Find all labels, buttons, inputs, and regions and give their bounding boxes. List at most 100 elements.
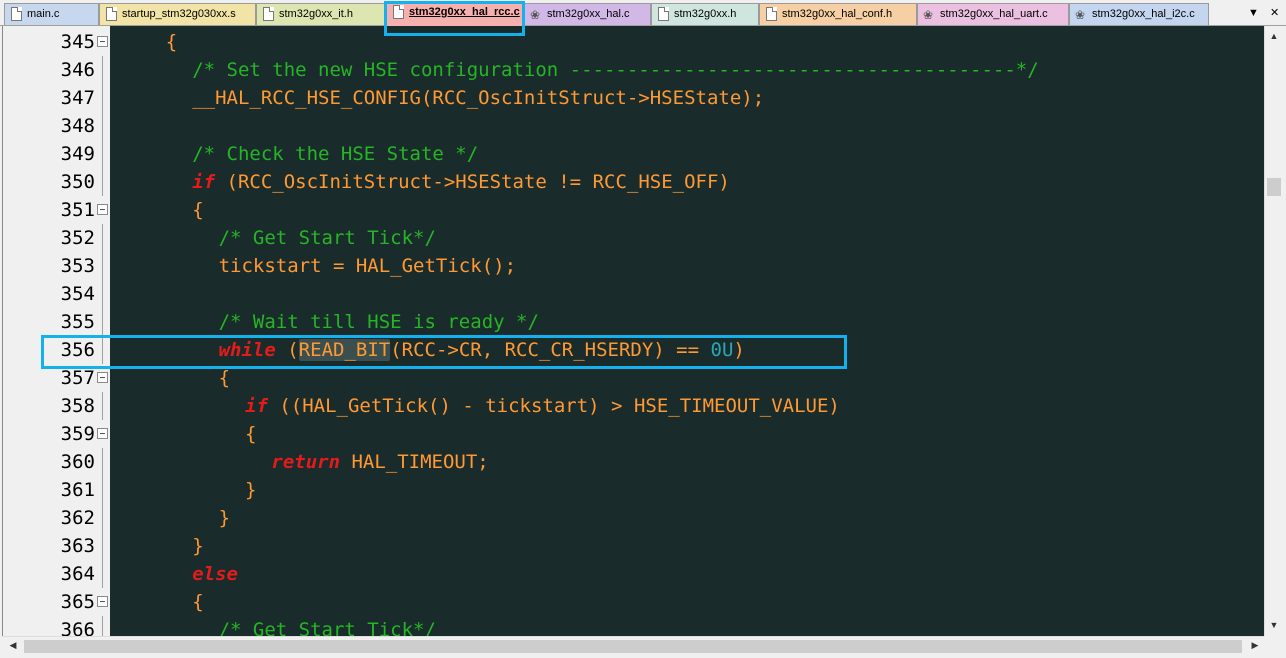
code-line-366[interactable]: /* Get Start Tick*/ <box>219 616 436 636</box>
line-number: 349 <box>60 143 95 165</box>
code-editor[interactable]: 345 346 347 348 349 350 351 352 353 354 355 356 357 3… <box>2 26 1264 636</box>
fold-collapse-icon[interactable] <box>97 36 108 47</box>
comment-token: /* Check the HSE State */ <box>192 143 479 165</box>
comment-token: /* Set the new HSE configuration -------… <box>192 59 1039 81</box>
code-token: (RCC_OscInitStruct->HSEState != RCC_HSE_… <box>215 171 730 193</box>
code-token: { <box>192 591 204 613</box>
tab-scroll-down-icon[interactable]: ▼ <box>1248 7 1259 19</box>
code-token: { <box>218 367 231 389</box>
scrollbar-corner <box>1264 636 1286 658</box>
code-line-361[interactable]: } <box>245 476 256 504</box>
fold-guide-line <box>102 224 103 252</box>
line-number: 351 <box>60 199 95 221</box>
code-token: } <box>218 507 231 529</box>
code-line-349[interactable]: /* Check the HSE State */ <box>192 140 478 168</box>
comment-token: /* Wait till HSE is ready */ <box>218 311 539 333</box>
line-number: 359 <box>60 423 95 445</box>
fold-guide-line <box>102 504 103 532</box>
line-number: 345 <box>60 31 95 53</box>
fold-collapse-icon[interactable] <box>97 596 108 607</box>
code-line-365[interactable]: { <box>192 588 203 616</box>
tab-scroll-close-icon[interactable]: ✕ <box>1270 7 1279 19</box>
code-token: { <box>165 31 178 53</box>
file-tab-bar: main.c startup_stm32g030xx.s stm32g0xx_it.… <box>0 0 1286 26</box>
code-line-355[interactable]: /* Wait till HSE is ready */ <box>219 308 539 336</box>
line-number: 362 <box>60 507 95 529</box>
keyword-token: if <box>192 171 216 193</box>
file-tab-5[interactable]: stm32g0xx.h <box>651 3 759 25</box>
keyword-token: return <box>271 451 341 473</box>
code-line-353[interactable]: tickstart = HAL_GetTick(); <box>219 252 516 280</box>
file-icon <box>11 7 22 21</box>
fold-collapse-icon[interactable] <box>97 372 108 383</box>
line-number: 360 <box>60 451 95 473</box>
file-tab-label: stm32g0xx_hal_i2c.c <box>1092 8 1195 20</box>
fold-collapse-icon[interactable] <box>97 204 108 215</box>
line-number: 350 <box>60 171 95 193</box>
file-tab-1[interactable]: startup_stm32g030xx.s <box>99 3 256 25</box>
code-line-347[interactable]: __HAL_RCC_HSE_CONFIG(RCC_OscInitStruct->… <box>192 84 764 112</box>
file-tab-label: stm32g0xx_hal_conf.h <box>782 8 893 20</box>
vertical-scroll-thumb[interactable] <box>1267 178 1281 196</box>
line-number: 348 <box>60 115 95 137</box>
code-token: } <box>245 479 257 501</box>
code-line-351[interactable]: { <box>192 196 203 224</box>
code-line-350[interactable]: if (RCC_OscInitStruct->HSEState != RCC_H… <box>192 168 730 196</box>
fold-guide-line <box>102 112 103 140</box>
file-icon <box>263 7 274 21</box>
code-line-358[interactable]: if ((HAL_GetTick() - tickstart) > HSE_TI… <box>245 392 840 420</box>
scroll-left-icon[interactable]: ◀ <box>4 637 22 654</box>
fold-guide-line <box>102 56 103 84</box>
tab-scroll-arrows[interactable]: ▼ ✕ <box>1248 6 1279 19</box>
fold-guide-line <box>102 560 103 588</box>
fold-guide-line <box>102 168 103 196</box>
code-line-359[interactable]: { <box>245 420 256 448</box>
comment-token: /* Get Start Tick*/ <box>218 619 436 636</box>
code-token: ((HAL_GetTick() - tickstart) > HSE_TIMEO… <box>267 395 840 417</box>
vertical-scrollbar[interactable]: ▲ ▼ <box>1264 26 1282 636</box>
code-token: } <box>192 535 204 557</box>
file-tab-label: startup_stm32g030xx.s <box>122 8 236 20</box>
fold-guide-line <box>102 84 103 112</box>
fold-guide-line <box>102 252 103 280</box>
gear-file-icon: ❀ <box>530 8 541 22</box>
line-356-highlight-box <box>41 335 847 369</box>
file-tab-6[interactable]: stm32g0xx_hal_conf.h <box>759 3 917 25</box>
code-line-360[interactable]: return HAL_TIMEOUT; <box>271 448 488 476</box>
code-line-345[interactable]: { <box>166 28 177 56</box>
file-icon <box>766 7 777 21</box>
file-tab-8[interactable]: ❀ stm32g0xx_hal_i2c.c <box>1069 3 1209 25</box>
file-tab-4[interactable]: ❀ stm32g0xx_hal.c <box>524 3 651 25</box>
fold-guide-line <box>102 476 103 504</box>
fold-guide-line <box>102 448 103 476</box>
fold-guide-line <box>102 280 103 308</box>
line-number: 358 <box>60 395 95 417</box>
file-icon <box>106 7 117 21</box>
line-number: 364 <box>60 563 95 585</box>
file-tab-label: main.c <box>27 8 60 20</box>
file-tab-2[interactable]: stm32g0xx_it.h <box>256 3 386 25</box>
file-tab-0[interactable]: main.c <box>4 3 99 25</box>
file-tab-label: stm32g0xx_it.h <box>279 8 353 20</box>
file-tab-7[interactable]: ❀ stm32g0xx_hal_uart.c <box>917 3 1069 25</box>
file-tab-label: stm32g0xx_hal.c <box>547 8 630 20</box>
fold-guide-line <box>102 392 103 420</box>
code-line-346[interactable]: /* Set the new HSE configuration -------… <box>192 56 1038 84</box>
horizontal-scroll-thumb[interactable] <box>24 640 1242 653</box>
fold-collapse-icon[interactable] <box>97 428 108 439</box>
scroll-up-icon[interactable]: ▲ <box>1265 28 1283 45</box>
scroll-right-icon[interactable]: ▶ <box>1246 637 1264 654</box>
code-token: __HAL_RCC_HSE_CONFIG(RCC_OscInitStruct->… <box>192 87 765 109</box>
file-tab-label: stm32g0xx.h <box>674 8 737 20</box>
code-line-362[interactable]: } <box>219 504 230 532</box>
code-line-363[interactable]: } <box>192 532 203 560</box>
fold-guide-line <box>102 532 103 560</box>
code-line-352[interactable]: /* Get Start Tick*/ <box>219 224 436 252</box>
line-number: 366 <box>60 619 95 636</box>
gear-file-icon: ❀ <box>1075 8 1086 22</box>
horizontal-scrollbar[interactable]: ◀ ▶ <box>2 636 1264 654</box>
scroll-down-icon[interactable]: ▼ <box>1265 617 1283 634</box>
line-number: 365 <box>60 591 95 613</box>
code-line-364[interactable]: else <box>192 560 238 588</box>
line-number: 361 <box>60 479 95 501</box>
